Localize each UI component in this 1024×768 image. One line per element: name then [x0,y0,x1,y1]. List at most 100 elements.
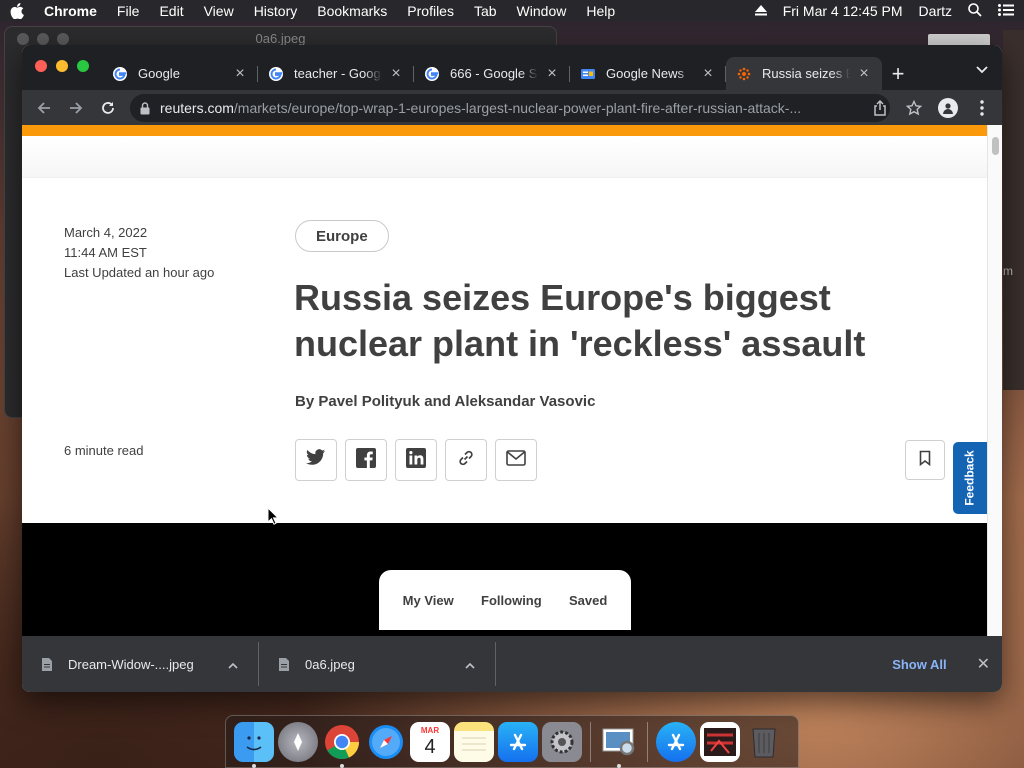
tab-close-icon[interactable]: × [700,65,716,82]
share-icon[interactable] [866,94,894,122]
menu-window[interactable]: Window [517,3,567,19]
profile-icon [938,98,958,118]
email-share-button[interactable] [495,439,537,481]
linkedin-share-button[interactable] [395,439,437,481]
menu-file[interactable]: File [117,3,140,19]
dock: MAR 4 [225,715,799,768]
chrome-icon[interactable] [322,722,362,768]
menu-bar: Chrome File Edit View History Bookmarks … [0,0,1024,22]
menu-clock[interactable]: Fri Mar 4 12:45 PM [783,3,903,19]
tab-bar: Google × teacher - Google Search × 666 -… [22,45,1002,90]
trash-icon[interactable] [744,722,784,762]
background-window-title: 0a6.jpeg [255,31,306,46]
browser-toolbar: reuters.com /markets/europe/top-wrap-1-e… [22,90,1002,125]
menu-view[interactable]: View [204,3,234,19]
menu-app-name[interactable]: Chrome [44,3,97,19]
tab-666-search[interactable]: 666 - Google Search × [414,57,570,90]
menu-edit[interactable]: Edit [159,3,183,19]
download-shelf: Dream-Widow-....jpeg 0a6.jpeg Show All ✕ [22,636,1002,692]
menu-history[interactable]: History [254,3,298,19]
system-preferences-icon[interactable] [542,721,582,762]
show-all-downloads-button[interactable]: Show All [892,657,946,672]
eject-icon[interactable] [754,3,767,19]
tab-my-view[interactable]: My View [403,593,454,608]
category-pill[interactable]: Europe [295,220,389,252]
vertical-scrollbar-thumb[interactable] [992,137,999,155]
safari-icon[interactable] [366,722,406,762]
menu-tab[interactable]: Tab [474,3,497,19]
launchpad-icon[interactable] [278,721,318,762]
vertical-scrollbar[interactable] [987,125,1002,636]
forward-button[interactable] [60,94,92,122]
notes-icon[interactable] [454,721,494,762]
read-time: 6 minute read [64,443,144,458]
twitter-share-button[interactable] [295,439,337,481]
image-file-icon[interactable] [700,721,740,762]
background-window-fragment: m [1003,30,1024,390]
url-domain: reuters.com [160,100,234,116]
menu-user[interactable]: Dartz [919,3,952,19]
tab-search-chevron-icon[interactable] [976,61,988,79]
twitter-icon [306,449,326,471]
dock-separator [647,721,648,762]
control-center-icon[interactable] [998,3,1014,19]
save-article-button[interactable] [905,440,945,480]
copy-link-button[interactable] [445,439,487,481]
article-time: 11:44 AM EST [64,245,147,260]
reload-button[interactable] [92,94,124,122]
bookmark-icon [919,450,931,471]
zoom-window-button[interactable] [77,60,89,72]
back-button[interactable] [28,94,60,122]
lock-icon[interactable] [140,101,150,115]
preview-icon[interactable] [599,722,639,768]
tab-following[interactable]: Following [481,593,542,608]
menu-profiles[interactable]: Profiles [407,3,454,19]
tab-google[interactable]: Google × [102,57,258,90]
tab-teacher-search[interactable]: teacher - Google Search × [258,57,414,90]
close-window-button[interactable] [35,60,47,72]
tab-reuters-article[interactable]: Russia seizes Europe's biggest × [726,57,882,90]
running-indicator [617,763,621,768]
google-icon [424,66,440,82]
profile-avatar[interactable] [934,94,962,122]
close-icon[interactable]: ✕ [977,654,990,674]
spotlight-search-icon[interactable] [968,2,982,20]
background-fragment-text: m [1003,264,1013,278]
menu-bookmarks[interactable]: Bookmarks [317,3,387,19]
chevron-up-icon[interactable] [465,657,475,672]
calendar-day: 4 [424,735,436,758]
new-tab-button[interactable]: + [882,57,914,90]
tab-saved[interactable]: Saved [569,593,607,608]
finder-icon[interactable] [234,721,274,768]
apple-menu-icon[interactable] [10,3,26,19]
tab-label: Google News [606,66,685,81]
reuters-icon [736,66,752,82]
tab-close-icon[interactable]: × [856,65,872,82]
tab-close-icon[interactable]: × [388,65,404,82]
app-store-icon[interactable] [498,721,538,762]
google-news-icon [580,66,596,82]
file-icon [279,657,289,671]
article-meta: March 4, 2022 11:44 AM EST Last Updated … [64,223,214,283]
file-icon [42,657,52,671]
address-bar[interactable]: reuters.com /markets/europe/top-wrap-1-e… [130,94,890,122]
tab-google-news[interactable]: Google News × [570,57,726,90]
article-updated: Last Updated an hour ago [64,265,215,280]
download-item[interactable]: 0a6.jpeg [259,642,496,686]
feedback-button[interactable]: Feedback [953,442,987,514]
calendar-icon[interactable]: MAR 4 [410,721,450,762]
menu-help[interactable]: Help [586,3,615,19]
bookmark-star-icon[interactable] [900,94,928,122]
article-byline[interactable]: By Pavel Polityuk and Aleksandar Vasovic [295,393,595,410]
more-menu-icon[interactable] [968,94,996,122]
myview-tabs: My View Following Saved [379,570,631,630]
chevron-up-icon[interactable] [228,657,238,672]
facebook-share-button[interactable] [345,439,387,481]
download-filename: 0a6.jpeg [305,656,355,672]
app-store-downloads-icon[interactable] [656,721,696,762]
tab-close-icon[interactable]: × [232,65,248,82]
minimize-window-button[interactable] [56,60,68,72]
site-nav-strip [22,136,987,178]
download-item[interactable]: Dream-Widow-....jpeg [22,642,259,686]
tab-close-icon[interactable]: × [544,65,560,82]
